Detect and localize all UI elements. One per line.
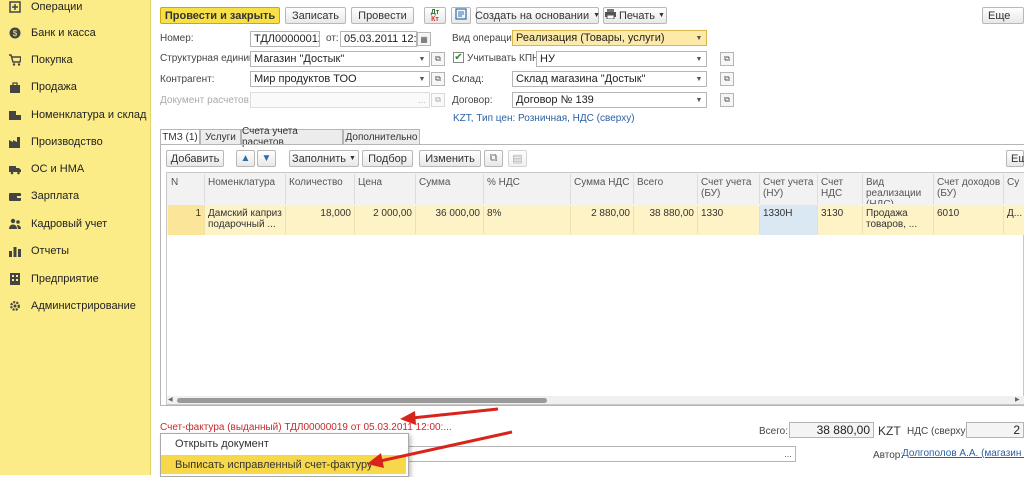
arrow-to-invoice-link — [400, 407, 499, 425]
arrow-to-menu-item — [367, 430, 513, 468]
annotation-arrows — [367, 407, 513, 468]
